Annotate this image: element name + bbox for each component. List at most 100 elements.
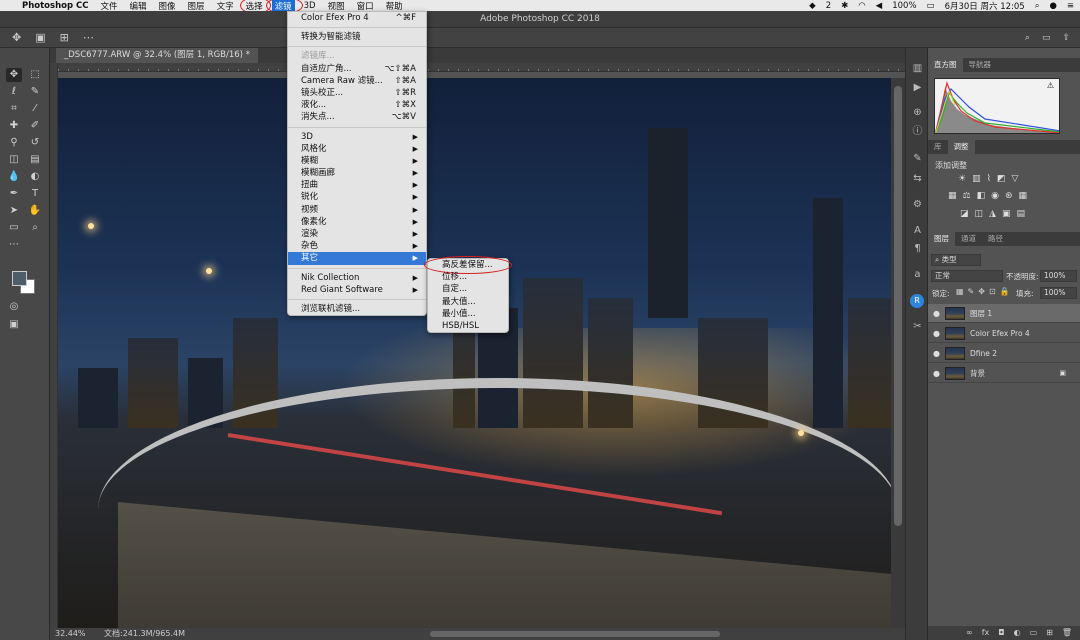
actions-play-icon[interactable]: ▶ bbox=[910, 81, 925, 94]
photo-filter-icon[interactable]: ◉ bbox=[991, 191, 999, 201]
menu-3d[interactable]: 3D bbox=[304, 1, 316, 11]
lasso-tool-icon[interactable]: ℓ bbox=[6, 85, 22, 99]
marquee-tool-icon[interactable]: ⬚ bbox=[27, 68, 43, 82]
horizontal-scrollbar[interactable] bbox=[430, 631, 720, 637]
eraser-tool-icon[interactable]: ◫ bbox=[6, 153, 22, 167]
tab-layers[interactable]: 图层 bbox=[928, 232, 955, 246]
menu-select[interactable]: 选择 bbox=[239, 0, 271, 14]
submenu-item[interactable]: 最大值... bbox=[428, 296, 508, 308]
zoom-tool-icon[interactable]: ⌕ bbox=[27, 221, 43, 235]
battery-icon[interactable]: ▭ bbox=[927, 1, 935, 11]
menu-edit[interactable]: 编辑 bbox=[130, 0, 147, 12]
plugin-panel-icon[interactable]: R bbox=[910, 294, 924, 308]
filter-menu-item[interactable]: 滤镜库... bbox=[288, 50, 426, 62]
filter-menu-item[interactable]: 镜头校正... ⇧⌘R bbox=[288, 87, 426, 99]
adjustments-icon[interactable]: ⇆ bbox=[910, 172, 925, 185]
opacity-input[interactable]: 100% bbox=[1040, 270, 1077, 282]
delete-layer-icon[interactable]: 🗑 bbox=[1062, 626, 1072, 640]
visibility-eye-icon[interactable]: ● bbox=[928, 309, 945, 318]
levels-icon[interactable]: ▥ bbox=[972, 174, 981, 184]
crop-tool-icon[interactable]: ⌗ bbox=[6, 102, 22, 116]
tab-paths[interactable]: 路径 bbox=[982, 232, 1009, 246]
filter-menu-item[interactable]: 消失点... ⌥⌘V bbox=[288, 111, 426, 123]
color-balance-icon[interactable]: ⚖ bbox=[963, 191, 971, 201]
filter-menu-item[interactable]: Red Giant Software ▶ bbox=[288, 284, 426, 296]
add-mask-icon[interactable]: ◘ bbox=[998, 626, 1004, 640]
notification-icon[interactable]: ◆ bbox=[809, 1, 816, 11]
move-tool-icon[interactable]: ✥ bbox=[12, 31, 21, 44]
exposure-icon[interactable]: ◩ bbox=[997, 174, 1006, 184]
submenu-item[interactable]: 位移... bbox=[428, 271, 508, 283]
filter-menu-item[interactable]: 视频 ▶ bbox=[288, 204, 426, 216]
lock-options-icons[interactable]: ▦✎✥⊡🔒 bbox=[956, 287, 1014, 296]
submenu-item[interactable]: 高反差保留... bbox=[424, 256, 512, 274]
layer-style-icon[interactable]: fx bbox=[982, 626, 990, 640]
tab-library[interactable]: 库 bbox=[928, 140, 948, 154]
quick-mask-icon[interactable]: ◎ bbox=[6, 300, 22, 314]
threshold-icon[interactable]: ◮ bbox=[989, 209, 996, 219]
info-icon[interactable]: ⓘ bbox=[910, 125, 925, 138]
layer-row[interactable]: ● Color Efex Pro 4 bbox=[928, 324, 1080, 343]
filter-menu-item[interactable]: Nik Collection ▶ bbox=[288, 272, 426, 284]
menu-image[interactable]: 图像 bbox=[159, 0, 176, 12]
hand-tool-icon[interactable]: ✋ bbox=[27, 204, 43, 218]
volume-icon[interactable]: ◀ bbox=[876, 1, 883, 11]
auto-select-icon[interactable]: ▣ bbox=[35, 31, 45, 44]
submenu-item[interactable]: 最小值... bbox=[428, 308, 508, 320]
filter-menu-item[interactable]: 渲染 ▶ bbox=[288, 228, 426, 240]
menu-layer[interactable]: 图层 bbox=[188, 0, 205, 12]
posterize-icon[interactable]: ◫ bbox=[975, 209, 984, 219]
new-group-icon[interactable]: ▭ bbox=[1030, 626, 1038, 640]
color-lookup-icon[interactable]: ▦ bbox=[1019, 191, 1028, 201]
vertical-ruler[interactable] bbox=[50, 63, 58, 630]
filter-menu-item[interactable]: Color Efex Pro 4 ^⌘F bbox=[288, 12, 426, 24]
filter-menu-item[interactable]: 自适应广角... ⌥⇧⌘A bbox=[288, 63, 426, 75]
selective-color-icon[interactable]: ▣ bbox=[1002, 209, 1011, 219]
brush-settings-icon[interactable]: ⊕ bbox=[910, 106, 925, 119]
brush-tool-icon[interactable]: ✐ bbox=[27, 119, 43, 133]
vertical-scrollbar[interactable] bbox=[891, 78, 905, 628]
search-icon[interactable]: ⌕ bbox=[1025, 33, 1030, 43]
scroll-thumb[interactable] bbox=[894, 86, 902, 526]
layer-row[interactable]: ● 图层 1 bbox=[928, 304, 1080, 323]
filter-menu-item[interactable]: Camera Raw 滤镜... ⇧⌘A bbox=[288, 75, 426, 87]
workspace-icon[interactable]: ▭ bbox=[1042, 33, 1051, 43]
menu-view[interactable]: 视图 bbox=[328, 0, 345, 12]
tab-adjustments[interactable]: 调整 bbox=[947, 140, 975, 154]
quick-select-icon[interactable]: ✎ bbox=[27, 85, 43, 99]
menu-filter[interactable]: 滤镜 bbox=[265, 0, 303, 14]
layer-row[interactable]: ● Dfine 2 bbox=[928, 344, 1080, 363]
character-icon[interactable]: A bbox=[910, 224, 925, 237]
distribute-icon[interactable]: ⋯ bbox=[83, 31, 94, 44]
wifi-icon[interactable]: ◠ bbox=[858, 1, 865, 11]
new-adjustment-icon[interactable]: ◐ bbox=[1014, 626, 1021, 640]
cache-warning-icon[interactable]: ⚠ bbox=[1047, 81, 1054, 90]
visibility-eye-icon[interactable]: ● bbox=[928, 369, 945, 378]
filter-menu-item[interactable]: 其它 ▶ bbox=[288, 252, 426, 265]
black-white-icon[interactable]: ◧ bbox=[977, 191, 986, 201]
bluetooth-icon[interactable]: ✱ bbox=[841, 1, 848, 11]
brightness-icon[interactable]: ☀ bbox=[958, 174, 966, 184]
channel-mixer-icon[interactable]: ⊛ bbox=[1005, 191, 1013, 201]
stamp-tool-icon[interactable]: ⚲ bbox=[6, 136, 22, 150]
vibrance-icon[interactable]: ▽ bbox=[1012, 174, 1019, 184]
filter-menu-item[interactable]: 锐化 ▶ bbox=[288, 191, 426, 203]
document-tab[interactable]: _DSC6777.ARW @ 32.4% (图层 1, RGB/16) * bbox=[56, 48, 258, 63]
history-brush-icon[interactable]: ↺ bbox=[27, 136, 43, 150]
path-select-icon[interactable]: ➤ bbox=[6, 204, 22, 218]
healing-brush-icon[interactable]: ✚ bbox=[6, 119, 22, 133]
user-avatar-icon[interactable]: ● bbox=[1049, 1, 1056, 11]
search-icon[interactable]: ⌕ bbox=[1035, 1, 1040, 11]
visibility-eye-icon[interactable]: ● bbox=[928, 329, 945, 338]
invert-icon[interactable]: ◪ bbox=[960, 209, 969, 219]
move-tool-icon[interactable]: ✥ bbox=[6, 68, 22, 82]
filter-menu-item[interactable]: 扭曲 ▶ bbox=[288, 179, 426, 191]
pen-tool-icon[interactable]: ✒ bbox=[6, 187, 22, 201]
shape-tool-icon[interactable]: ▭ bbox=[6, 221, 22, 235]
document-size[interactable]: 文档:241.3M/965.4M bbox=[104, 628, 185, 640]
menu-type[interactable]: 文字 bbox=[217, 0, 234, 12]
paragraph-icon[interactable]: ¶ bbox=[910, 242, 925, 255]
type-tool-icon[interactable]: T bbox=[27, 187, 43, 201]
tab-histogram[interactable]: 直方图 bbox=[928, 58, 963, 72]
zoom-level[interactable]: 32.44% bbox=[55, 628, 86, 640]
